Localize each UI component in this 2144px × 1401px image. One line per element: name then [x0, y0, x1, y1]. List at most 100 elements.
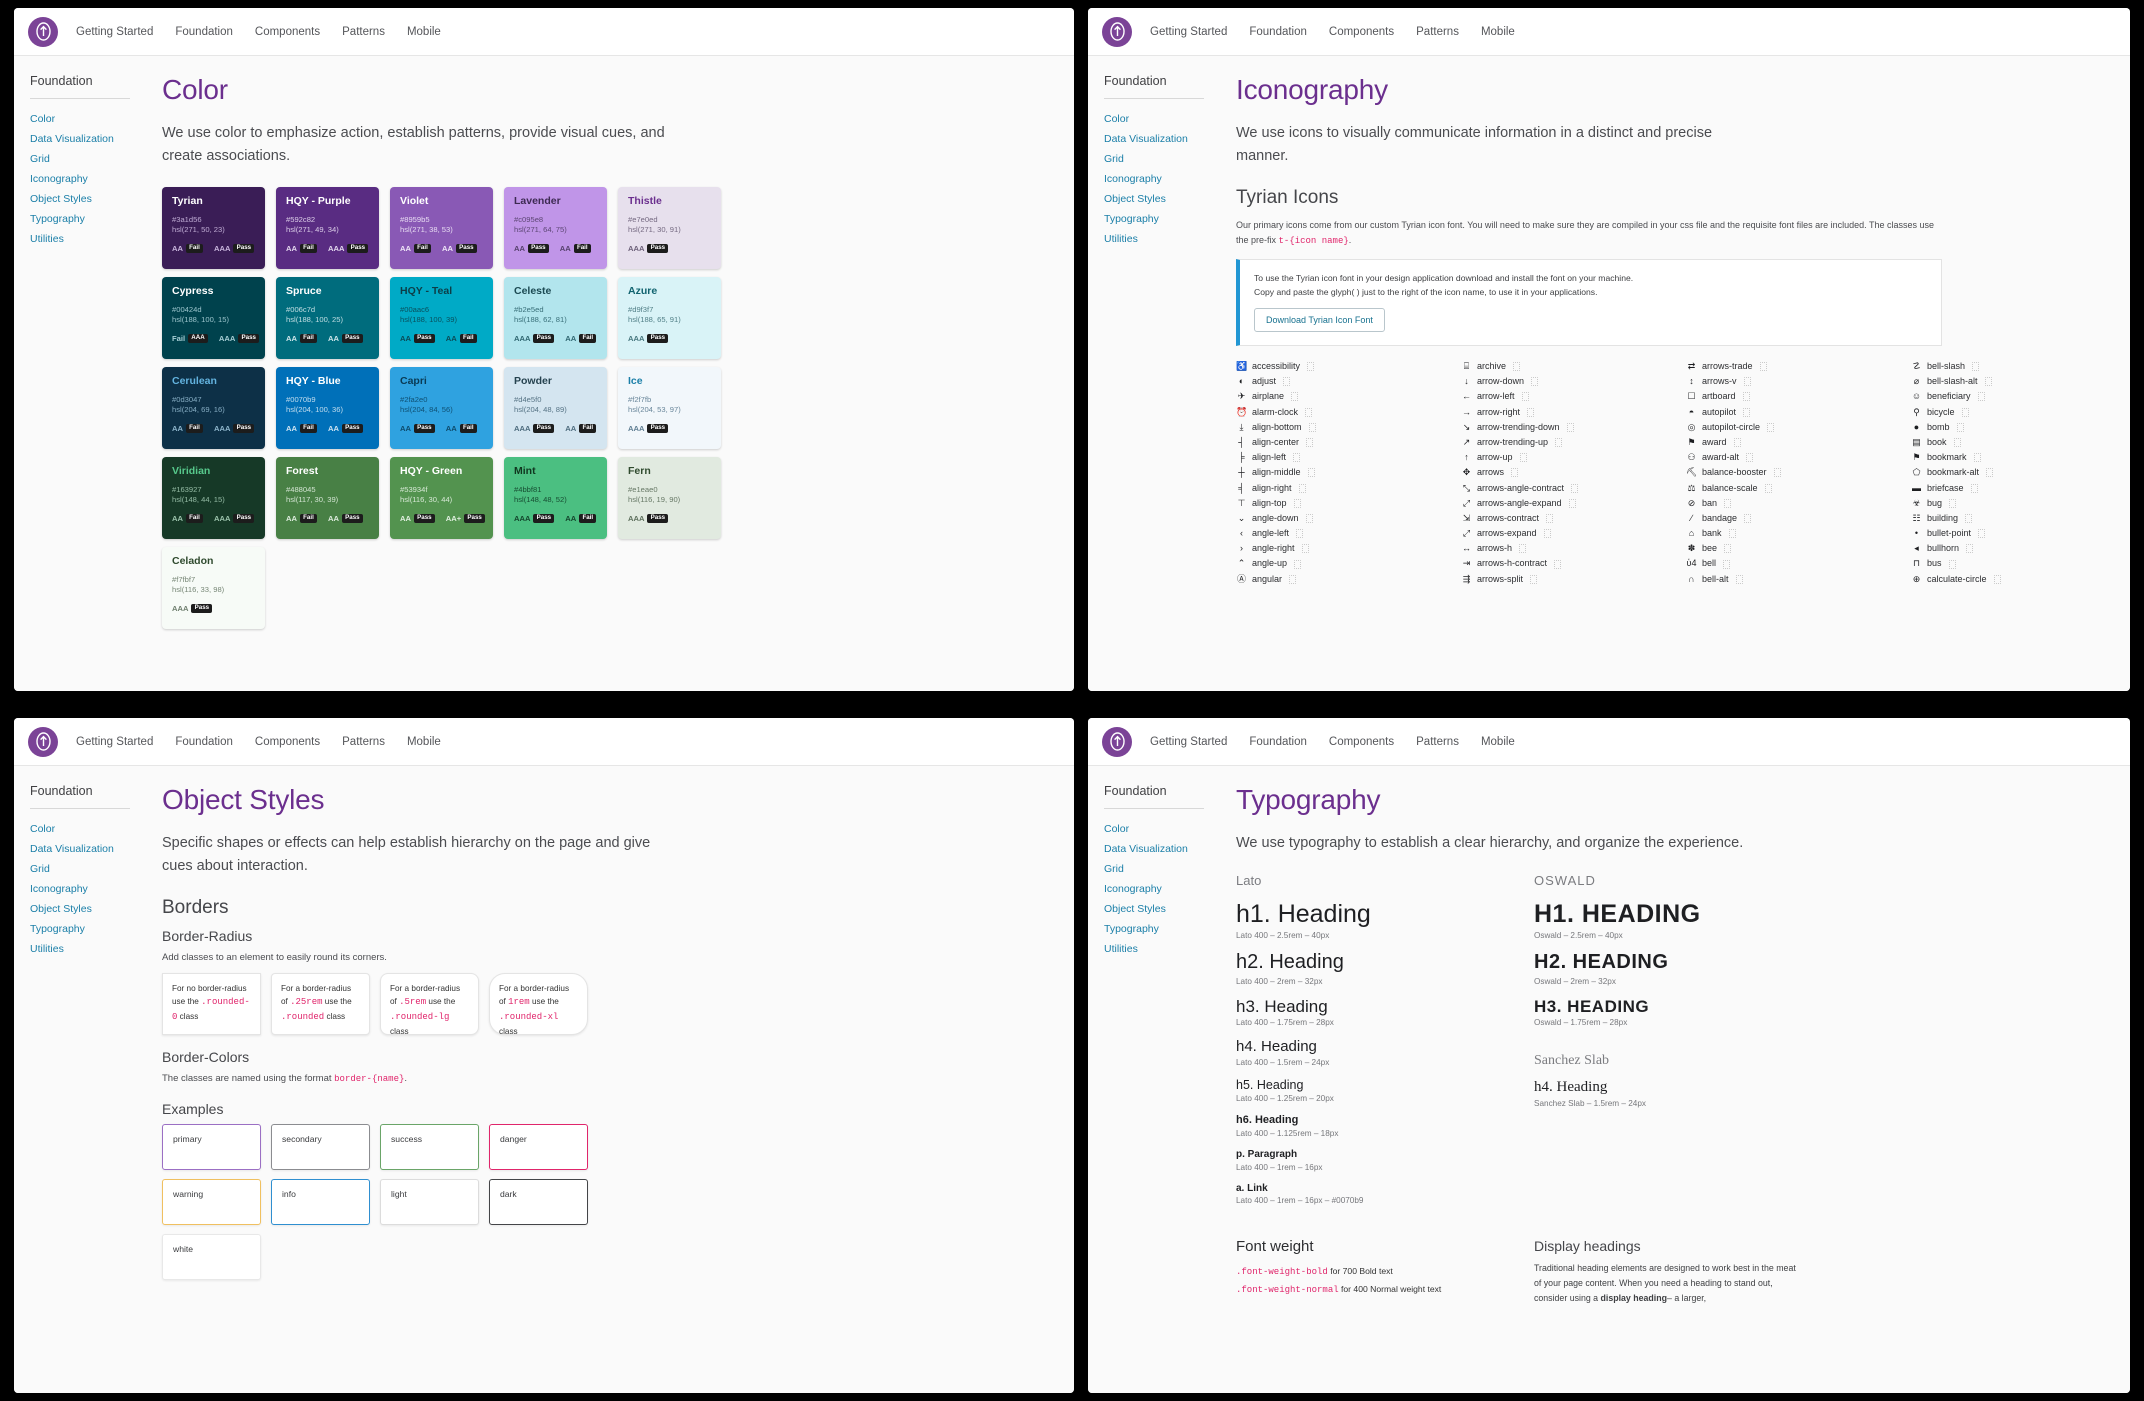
color-swatch[interactable]: HQY - Purple #592c82 hsl(271, 49, 34) AA Fai… [276, 186, 379, 269]
color-swatch[interactable]: HQY - Blue #0070b9 hsl(204, 100, 36) AA Fail… [276, 366, 379, 449]
sidebar-item-typography[interactable]: Typography [30, 919, 144, 939]
icon-list-item[interactable]: ╞ align-left [1236, 450, 1455, 465]
icon-list-item[interactable]: ▤ book [1911, 435, 2130, 450]
sidebar-item-grid[interactable]: Grid [30, 859, 144, 879]
icon-list-item[interactable]: ⤓ align-bottom [1236, 420, 1455, 435]
icon-list-item[interactable]: ⤢ arrows-angle-expand [1461, 496, 1680, 511]
icon-list-item[interactable]: ∩ bell-alt [1686, 572, 1905, 587]
color-swatch[interactable]: Cerulean #0d3047 hsl(204, 69, 16) AA Fail AAA… [162, 366, 265, 449]
icon-list-item[interactable]: ☺ beneficiary [1911, 389, 2130, 404]
download-tyrian-icon-font-button[interactable]: Download Tyrian Icon Font [1254, 308, 1385, 332]
icon-list-item[interactable]: ⊘ ban [1686, 496, 1905, 511]
color-swatch[interactable]: Fern #e1eae0 hsl(116, 19, 90) AAA Pass [618, 456, 721, 539]
icon-list-item[interactable]: ☣ bug [1911, 496, 2130, 511]
icon-list-item[interactable]: ⊕ calculate-circle [1911, 572, 2130, 587]
icon-list-item[interactable]: ⚖ balance-scale [1686, 481, 1905, 496]
icon-list-item[interactable]: ▬ briefcase [1911, 481, 2130, 496]
nav-getting-started[interactable]: Getting Started [76, 736, 153, 748]
logo-icon[interactable] [28, 16, 58, 47]
icon-list-item[interactable]: ♿ accessibility [1236, 359, 1455, 374]
sidebar-item-iconography[interactable]: Iconography [30, 879, 144, 899]
icon-list-item[interactable]: ⛏ balance-booster [1686, 465, 1905, 480]
color-swatch[interactable]: Capri #2fa2e0 hsl(204, 84, 56) AA Pass AA Fail [390, 366, 493, 449]
nav-components[interactable]: Components [1329, 736, 1394, 748]
icon-list-item[interactable]: → arrow-right [1461, 405, 1680, 420]
sidebar-item-data-visualization[interactable]: Data Visualization [1104, 839, 1218, 859]
nav-foundation[interactable]: Foundation [175, 26, 233, 38]
icon-list-item[interactable]: ⌂ bank [1686, 526, 1905, 541]
color-swatch[interactable]: Cypress #00424d hsl(188, 100, 15) Fail AAA AA… [162, 276, 265, 359]
icon-list-item[interactable]: ⚲ bicycle [1911, 405, 2130, 420]
color-swatch[interactable]: Thistle #e7e0ed hsl(271, 30, 91) AAA Pass [618, 186, 721, 269]
nav-foundation[interactable]: Foundation [1249, 736, 1307, 748]
nav-patterns[interactable]: Patterns [1416, 736, 1459, 748]
sidebar-item-data-visualization[interactable]: Data Visualization [30, 839, 144, 859]
sidebar-item-utilities[interactable]: Utilities [30, 939, 144, 959]
nav-mobile[interactable]: Mobile [1481, 736, 1515, 748]
sidebar-item-object-styles[interactable]: Object Styles [1104, 899, 1218, 919]
nav-mobile[interactable]: Mobile [407, 26, 441, 38]
sidebar-item-object-styles[interactable]: Object Styles [1104, 189, 1218, 209]
sidebar-item-utilities[interactable]: Utilities [1104, 939, 1218, 959]
icon-list-item[interactable]: ◂ bullhorn [1911, 541, 2130, 556]
sidebar-item-grid[interactable]: Grid [30, 149, 144, 169]
icon-list-item[interactable]: ⌃ angle-up [1236, 556, 1455, 571]
icon-list-item[interactable]: ↔ arrows-h [1461, 541, 1680, 556]
sidebar-item-typography[interactable]: Typography [1104, 919, 1218, 939]
icon-list-item[interactable]: › angle-right [1236, 541, 1455, 556]
icon-list-item[interactable]: ⬠ bookmark-alt [1911, 465, 2130, 480]
logo-icon[interactable] [1102, 16, 1132, 47]
color-swatch[interactable]: Azure #d9f3f7 hsl(188, 65, 91) AAA Pass [618, 276, 721, 359]
icon-list-item[interactable]: ⇶ arrows-split [1461, 572, 1680, 587]
color-swatch[interactable]: Mint #4bbf81 hsl(148, 48, 52) AAA Pass AA Fail [504, 456, 607, 539]
color-swatch[interactable]: HQY - Green #53934f hsl(116, 30, 44) AA Pass… [390, 456, 493, 539]
icon-list-item[interactable]: ↑ arrow-up [1461, 450, 1680, 465]
nav-getting-started[interactable]: Getting Started [76, 26, 153, 38]
nav-components[interactable]: Components [255, 736, 320, 748]
icon-list-item[interactable]: ⚇ award-alt [1686, 450, 1905, 465]
logo-icon[interactable] [28, 726, 58, 757]
color-swatch[interactable]: Powder #d4e5f0 hsl(204, 48, 89) AAA Pass AA Fa… [504, 366, 607, 449]
icon-list-item[interactable]: ⇄ arrows-trade [1686, 359, 1905, 374]
icon-list-item[interactable]: ⚑ award [1686, 435, 1905, 450]
icon-list-item[interactable]: ● bomb [1911, 420, 2130, 435]
nav-foundation[interactable]: Foundation [1249, 26, 1307, 38]
icon-list-item[interactable]: ↕ arrows-v [1686, 374, 1905, 389]
color-swatch[interactable]: Celadon #f7fbf7 hsl(116, 33, 98) AAA Pass [162, 546, 265, 629]
sidebar-item-object-styles[interactable]: Object Styles [30, 899, 144, 919]
icon-list-item[interactable]: ↓ arrow-down [1461, 374, 1680, 389]
nav-foundation[interactable]: Foundation [175, 736, 233, 748]
icon-list-item[interactable]: ╡ align-right [1236, 481, 1455, 496]
color-swatch[interactable]: Lavender #c095e8 hsl(271, 64, 75) AA Pass AA F… [504, 186, 607, 269]
icon-list-item[interactable]: ☡ bell-slash [1911, 359, 2130, 374]
sidebar-item-data-visualization[interactable]: Data Visualization [30, 129, 144, 149]
color-swatch[interactable]: Spruce #006c7d hsl(188, 100, 25) AA Fail AA Pa… [276, 276, 379, 359]
icon-list-item[interactable]: ┤ align-center [1236, 435, 1455, 450]
nav-components[interactable]: Components [255, 26, 320, 38]
icon-list-item[interactable]: ↗ arrow-trending-up [1461, 435, 1680, 450]
nav-getting-started[interactable]: Getting Started [1150, 736, 1227, 748]
sidebar-item-color[interactable]: Color [30, 819, 144, 839]
color-swatch[interactable]: Viridian #163927 hsl(148, 44, 15) AA Fail AAA… [162, 456, 265, 539]
icon-list-item[interactable]: ← arrow-left [1461, 389, 1680, 404]
icon-list-item[interactable]: ‹ angle-left [1236, 526, 1455, 541]
icon-list-item[interactable]: ┼ align-middle [1236, 465, 1455, 480]
nav-components[interactable]: Components [1329, 26, 1394, 38]
icon-list-item[interactable]: ⤢ arrows-expand [1461, 526, 1680, 541]
color-swatch[interactable]: Ice #f2f7fb hsl(204, 53, 97) AAA Pass [618, 366, 721, 449]
sidebar-item-iconography[interactable]: Iconography [30, 169, 144, 189]
sidebar-item-iconography[interactable]: Iconography [1104, 879, 1218, 899]
icon-list-item[interactable]: ⊤ align-top [1236, 496, 1455, 511]
sidebar-item-data-visualization[interactable]: Data Visualization [1104, 129, 1218, 149]
sidebar-item-iconography[interactable]: Iconography [1104, 169, 1218, 189]
icon-list-item[interactable]: ∕ bandage [1686, 511, 1905, 526]
sidebar-item-typography[interactable]: Typography [30, 209, 144, 229]
icon-list-item[interactable]: ⇥ arrows-h-contract [1461, 556, 1680, 571]
icon-list-item[interactable]: ⇲ arrows-contract [1461, 511, 1680, 526]
icon-list-item[interactable]: ✈ airplane [1236, 389, 1455, 404]
icon-list-item[interactable]: ⤡ arrows-angle-contract [1461, 481, 1680, 496]
color-swatch[interactable]: HQY - Teal #00aac6 hsl(188, 100, 39) AA Pass… [390, 276, 493, 359]
icon-list-item[interactable]: ⌸ archive [1461, 359, 1680, 374]
icon-list-item[interactable]: ◓ autopilot [1686, 405, 1905, 420]
icon-list-item[interactable]: ◎ autopilot-circle [1686, 420, 1905, 435]
